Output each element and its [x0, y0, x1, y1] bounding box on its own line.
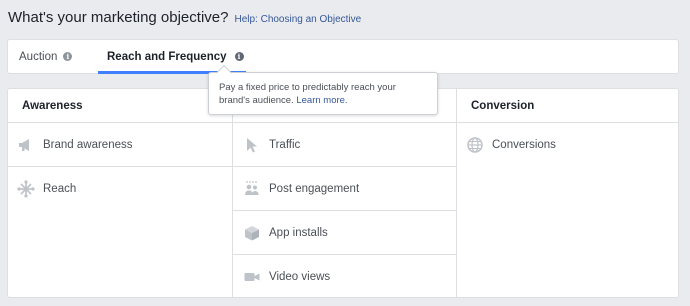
- objective-label: App installs: [269, 226, 328, 239]
- objective-traffic[interactable]: Traffic: [233, 123, 456, 167]
- objective-label: Brand awareness: [43, 138, 133, 151]
- cursor-icon: [243, 136, 261, 154]
- objective-post-engagement[interactable]: Post engagement: [233, 167, 456, 211]
- objective-reach[interactable]: Reach: [8, 167, 232, 211]
- megaphone-icon: [17, 136, 35, 154]
- tab-auction-label: Auction: [19, 50, 58, 63]
- info-icon[interactable]: i: [234, 52, 244, 61]
- page-title: What's your marketing objective?: [8, 9, 229, 26]
- conversion-heading: Conversion: [457, 89, 678, 123]
- tab-reach-and-frequency-label: Reach and Frequency: [107, 50, 227, 63]
- objective-label: Traffic: [269, 138, 301, 151]
- objective-brand-awareness[interactable]: Brand awareness: [8, 123, 232, 167]
- reach-frequency-tooltip: Pay a fixed price to predictably reach y…: [208, 64, 438, 115]
- objective-label: Conversions: [492, 139, 556, 151]
- awareness-column: Awareness Brand awareness Reach: [8, 89, 232, 297]
- objective-app-installs[interactable]: App installs: [233, 211, 456, 255]
- page-header: What's your marketing objective? Help: C…: [8, 9, 361, 26]
- tab-auction[interactable]: Auction i: [19, 40, 73, 73]
- objective-video-views[interactable]: Video views: [233, 255, 456, 297]
- help-link[interactable]: Help: Choosing an Objective: [234, 14, 361, 25]
- objective-label: Reach: [43, 183, 77, 195]
- box-icon: [243, 224, 261, 242]
- video-camera-icon: [243, 268, 261, 286]
- objective-label: Post engagement: [269, 182, 360, 195]
- conversion-column: Conversion Conversions: [456, 89, 678, 297]
- objective-label: Video views: [269, 271, 331, 283]
- buying-type-tabs: Auction i Reach and Frequency i: [7, 39, 679, 74]
- objective-grid: Awareness Brand awareness Reach Traffic …: [7, 88, 679, 298]
- consideration-column: Traffic Post engagement App installs Vid…: [232, 89, 456, 297]
- reach-icon: [17, 180, 35, 198]
- learn-more-link[interactable]: Learn more.: [296, 95, 347, 106]
- objective-conversions[interactable]: Conversions: [457, 123, 678, 167]
- info-icon[interactable]: i: [63, 52, 73, 61]
- people-icon: [243, 180, 261, 198]
- globe-icon: [466, 136, 484, 154]
- awareness-heading: Awareness: [8, 89, 232, 123]
